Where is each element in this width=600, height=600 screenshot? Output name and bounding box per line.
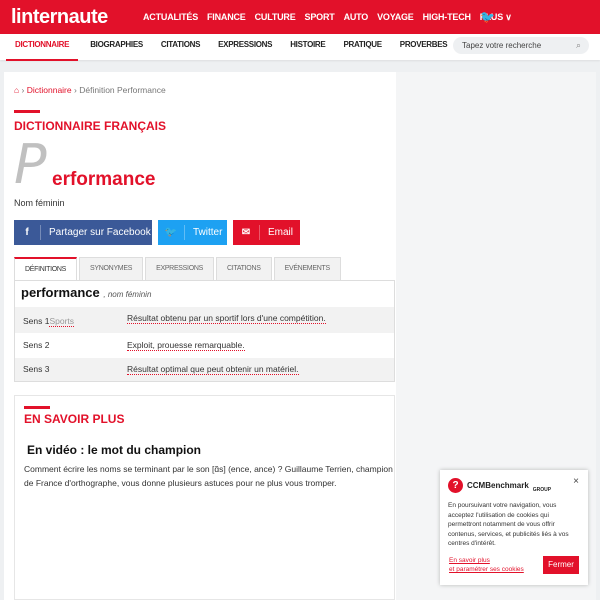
search-input[interactable]: Tapez votre recherche ⌕ — [453, 37, 589, 54]
nav-high-tech[interactable]: HIGH-TECH — [423, 12, 471, 23]
definitions-table: performance , nom féminin Sens 1Sports R… — [14, 280, 395, 382]
search-icon[interactable]: ⌕ — [576, 37, 581, 54]
breadcrumb-dictionnaire[interactable]: Dictionnaire — [27, 85, 72, 95]
ccm-logo: ? CCMBenchmark GROUP — [448, 478, 580, 493]
word-initial: P — [14, 133, 47, 196]
share-email-button[interactable]: ✉ Email — [233, 220, 300, 245]
more-title: EN SAVOIR PLUS — [24, 412, 125, 426]
definition-text: Résultat obtenu par un sportif lors d'un… — [127, 313, 326, 324]
section-title: DICTIONNAIRE FRANÇAIS — [14, 119, 166, 133]
share-facebook-button[interactable]: f Partager sur Facebook — [14, 220, 152, 245]
brand-sub: GROUP — [532, 486, 552, 493]
part-of-speech: , nom féminin — [103, 290, 152, 299]
tab-evenements[interactable]: EVÉNEMENTS — [273, 257, 341, 281]
breadcrumb-sep: › — [21, 85, 25, 95]
cookie-settings-link[interactable]: En savoir plus et paramétrer ses cookies — [449, 556, 524, 574]
cookie-banner: ? CCMBenchmark GROUP × En poursuivant votr… — [440, 470, 588, 585]
close-button[interactable]: Fermer — [543, 556, 579, 574]
twitter-icon[interactable]: 🐦 — [480, 10, 495, 24]
breadcrumb-sep: › — [74, 85, 77, 95]
nav-voyage[interactable]: VOYAGE — [377, 12, 414, 23]
share-twitter-button[interactable]: 🐦 Twitter — [158, 220, 227, 245]
subnav-histoire[interactable]: HISTOIRE — [290, 34, 326, 60]
word-gender: Nom féminin — [14, 198, 65, 208]
subnav-proverbes[interactable]: PROVERBES — [400, 34, 448, 60]
domain-link[interactable]: Sports — [49, 316, 75, 327]
nav-culture[interactable]: CULTURE — [255, 12, 296, 23]
facebook-icon: f — [14, 225, 41, 240]
sense-label: Sens 1 — [23, 316, 50, 326]
twitter-label: Twitter — [193, 227, 223, 238]
cookie-text: En poursuivant votre navigation, vous ac… — [448, 502, 569, 547]
facebook-label: Partager sur Facebook — [49, 227, 151, 238]
subnav-biographies[interactable]: BIOGRAPHIES — [90, 34, 143, 60]
top-header: linternaute ACTUALITÉS FINANCE CULTURE S… — [0, 0, 600, 34]
envelope-icon: ✉ — [233, 225, 260, 240]
subnav-dictionnaire[interactable]: DICTIONNAIRE — [6, 34, 79, 61]
title-accent-bar — [14, 110, 40, 113]
twitter-icon: 🐦 — [158, 225, 185, 240]
tabs: DÉFINITIONS SYNONYMES EXPRESSIONS CITATI… — [14, 257, 343, 281]
table-row: Sens 1Sports Résultat obtenu par un spor… — [15, 306, 394, 333]
subnav-citations[interactable]: CITATIONS — [161, 34, 201, 60]
email-label: Email — [268, 227, 294, 238]
nav-sport[interactable]: SPORT — [305, 12, 335, 23]
ccm-logo-icon: ? — [448, 478, 463, 493]
tab-citations[interactable]: CITATIONS — [215, 257, 272, 281]
breadcrumb: ⌂ › Dictionnaire › Définition Performanc… — [14, 85, 166, 95]
definition-text: Exploit, prouesse remarquable. — [127, 340, 245, 351]
nav-auto[interactable]: AUTO — [344, 12, 369, 23]
breadcrumb-current: Définition Performance — [79, 85, 166, 95]
more-card: EN SAVOIR PLUS En vidéo : le mot du cham… — [14, 395, 395, 600]
headword: performance — [21, 285, 100, 300]
page-title: erformance — [52, 169, 156, 190]
logo[interactable]: linternaute — [11, 6, 141, 29]
home-icon[interactable]: ⌂ — [14, 85, 19, 95]
tab-definitions[interactable]: DÉFINITIONS — [14, 257, 78, 281]
definition-text: Résultat optimal que peut obtenir un mat… — [127, 364, 299, 375]
nav-finance[interactable]: FINANCE — [207, 12, 246, 23]
tab-expressions[interactable]: EXPRESSIONS — [145, 257, 214, 281]
title-accent-bar — [24, 406, 50, 409]
table-row: Sens 3 Résultat optimal que peut obtenir… — [15, 357, 394, 381]
main-nav: ACTUALITÉS FINANCE CULTURE SPORT AUTO VO… — [143, 12, 512, 23]
tab-synonymes[interactable]: SYNONYMES — [79, 257, 144, 281]
close-icon[interactable]: × — [573, 476, 579, 487]
subnav-pratique[interactable]: PRATIQUE — [343, 34, 382, 60]
sense-label: Sens 3 — [23, 364, 50, 374]
sense-label: Sens 2 — [23, 340, 50, 350]
search-placeholder: Tapez votre recherche — [462, 41, 542, 50]
subnav-expressions[interactable]: EXPRESSIONS — [218, 34, 272, 60]
brand-name: CCMBenchmark — [467, 481, 529, 490]
link-line-2: et paramétrer ses cookies — [449, 566, 524, 573]
definitions-header: performance , nom féminin — [15, 281, 394, 306]
video-title[interactable]: En vidéo : le mot du champion — [27, 443, 201, 457]
table-row: Sens 2 Exploit, prouesse remarquable. — [15, 333, 394, 357]
link-line-1: En savoir plus — [449, 557, 490, 564]
nav-actualites[interactable]: ACTUALITÉS — [143, 12, 198, 23]
video-text: Comment écrire les noms se terminant par… — [24, 464, 393, 488]
